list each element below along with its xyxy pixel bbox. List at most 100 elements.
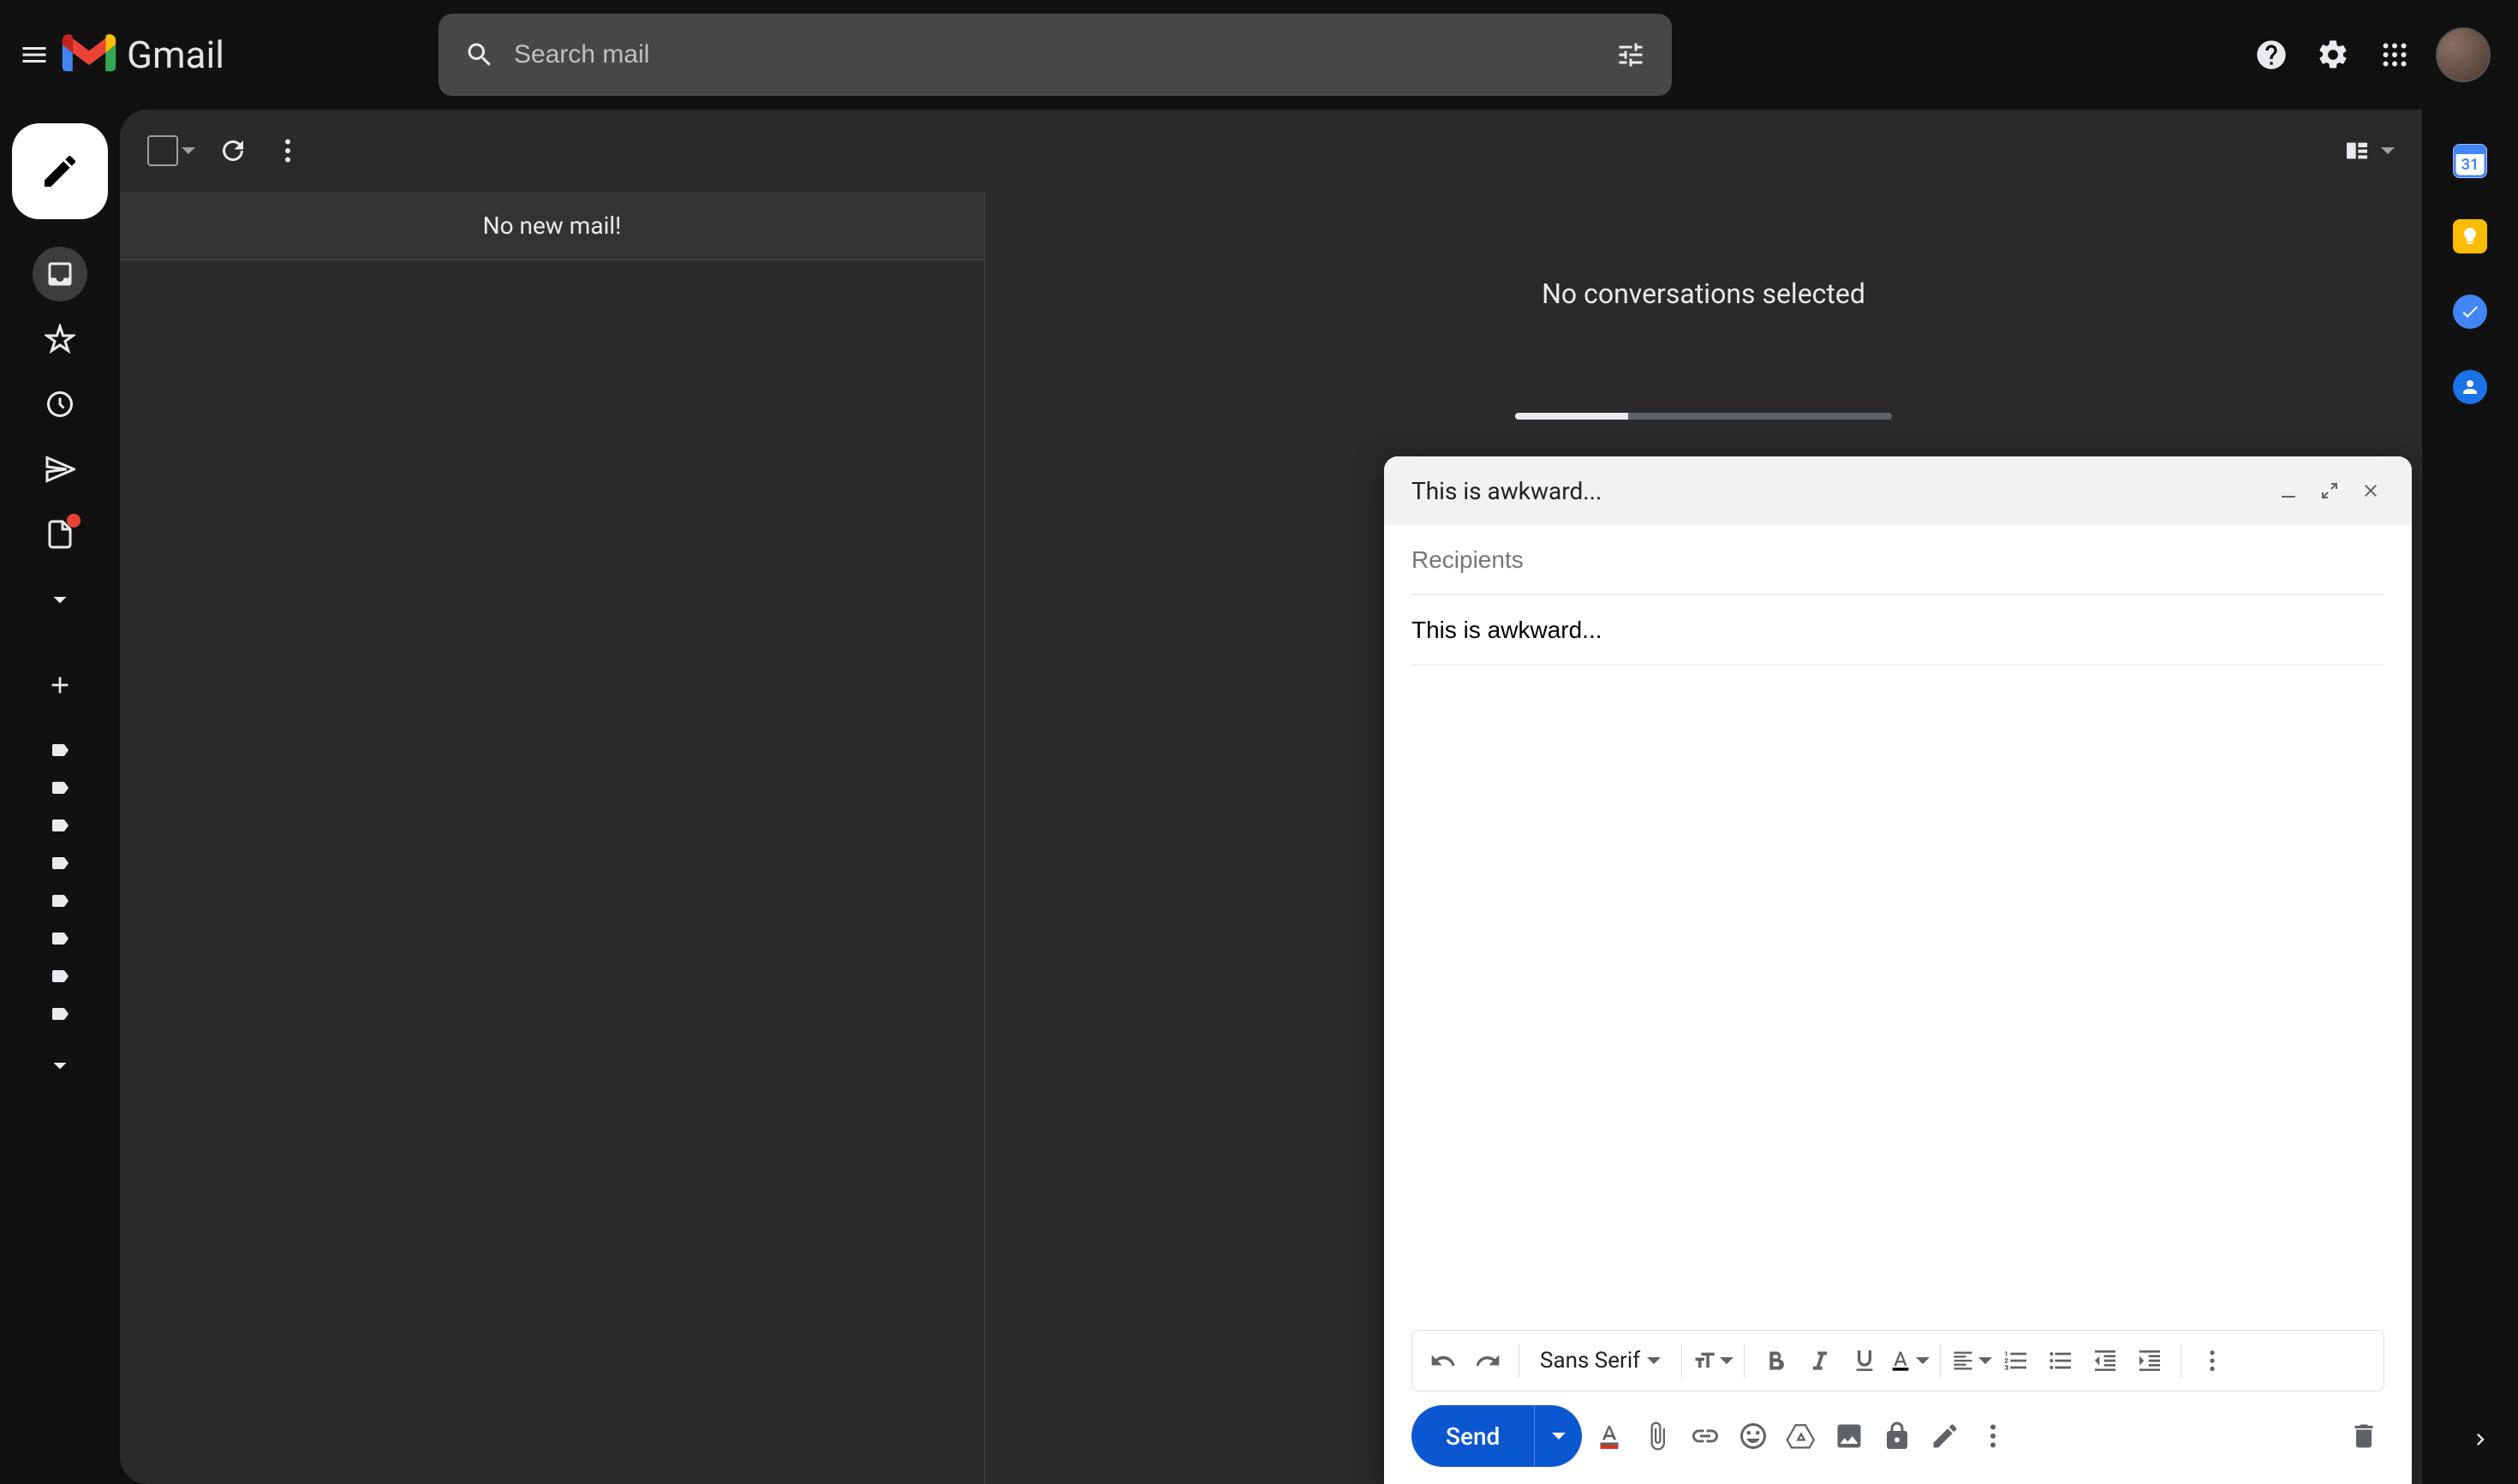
more-options-button[interactable] xyxy=(1972,1415,2014,1457)
compose-title: This is awkward... xyxy=(1411,477,2261,505)
separator xyxy=(1744,1344,1745,1378)
more-formatting-button[interactable] xyxy=(2192,1340,2233,1381)
compose-body[interactable] xyxy=(1384,665,2412,1330)
chevron-down-icon[interactable] xyxy=(2381,147,2395,154)
lock-clock-icon xyxy=(1882,1421,1912,1451)
more-vert-icon xyxy=(1978,1421,2008,1451)
refresh-button[interactable] xyxy=(216,134,250,168)
send-options-button[interactable] xyxy=(1534,1405,1582,1467)
font-family-select[interactable]: Sans Serif xyxy=(1530,1348,1671,1374)
bold-button[interactable] xyxy=(1755,1340,1796,1381)
close-button[interactable] xyxy=(2357,477,2384,504)
label-item[interactable] xyxy=(39,736,81,764)
undo-button[interactable] xyxy=(1423,1340,1464,1381)
split-pane-toggle[interactable] xyxy=(2340,134,2374,168)
tasks-app[interactable] xyxy=(2453,295,2487,329)
main-menu-button[interactable] xyxy=(14,34,55,75)
label-item[interactable] xyxy=(39,963,81,990)
person-icon xyxy=(2460,377,2480,397)
nav-new-label[interactable] xyxy=(33,658,87,712)
minimize-button[interactable] xyxy=(2275,477,2302,504)
insert-link-button[interactable] xyxy=(1685,1415,1726,1457)
contacts-app[interactable] xyxy=(2453,370,2487,404)
trash-icon xyxy=(2348,1421,2379,1451)
search-input[interactable] xyxy=(500,40,1610,69)
fullscreen-button[interactable] xyxy=(2316,477,2343,504)
search-bar[interactable] xyxy=(439,14,1672,96)
label-item[interactable] xyxy=(39,774,81,802)
discard-draft-button[interactable] xyxy=(2343,1415,2384,1457)
star-icon xyxy=(45,324,75,355)
nav-inbox[interactable] xyxy=(33,247,87,301)
attach-file-button[interactable] xyxy=(1637,1415,1678,1457)
compose-button[interactable] xyxy=(12,123,108,219)
storage-bar[interactable] xyxy=(1515,413,1892,420)
align-button[interactable] xyxy=(1951,1340,1992,1381)
subject-field[interactable] xyxy=(1411,595,2384,665)
attachment-icon xyxy=(1642,1421,1673,1451)
support-button[interactable] xyxy=(2251,34,2292,75)
label-icon xyxy=(46,891,74,911)
formatting-options-button[interactable] xyxy=(1589,1415,1630,1457)
gmail-logo[interactable]: Gmail xyxy=(62,33,224,77)
inbox-icon xyxy=(45,259,75,289)
nav-drafts[interactable] xyxy=(33,507,87,562)
italic-button[interactable] xyxy=(1799,1340,1841,1381)
send-button[interactable]: Send xyxy=(1411,1405,1582,1467)
label-icon xyxy=(46,1004,74,1024)
indent-less-button[interactable] xyxy=(2085,1340,2126,1381)
bold-icon xyxy=(1762,1347,1789,1374)
label-item[interactable] xyxy=(39,887,81,915)
search-options-button[interactable] xyxy=(1610,39,1651,70)
apps-button[interactable] xyxy=(2374,34,2415,75)
bulleted-list-button[interactable] xyxy=(2040,1340,2081,1381)
nav-sent[interactable] xyxy=(33,442,87,497)
recipients-input[interactable] xyxy=(1411,546,2384,574)
nav-snoozed[interactable] xyxy=(33,377,87,432)
align-icon xyxy=(1951,1347,1975,1374)
plus-icon xyxy=(46,671,74,699)
label-item[interactable] xyxy=(39,812,81,839)
app-header: Gmail xyxy=(0,0,2518,110)
compose-window: This is awkward... xyxy=(1384,456,2412,1484)
label-icon xyxy=(46,853,74,873)
select-all-checkbox[interactable] xyxy=(147,135,195,166)
keep-app[interactable] xyxy=(2453,219,2487,253)
recipients-field[interactable] xyxy=(1411,525,2384,595)
subject-input[interactable] xyxy=(1411,617,2384,644)
header-actions xyxy=(2251,27,2504,82)
insert-drive-button[interactable] xyxy=(1781,1415,1822,1457)
insert-emoji-button[interactable] xyxy=(1733,1415,1774,1457)
text-color-button[interactable] xyxy=(1888,1340,1930,1381)
keep-icon xyxy=(2460,226,2480,247)
redo-button[interactable] xyxy=(1467,1340,1508,1381)
confidential-mode-button[interactable] xyxy=(1877,1415,1918,1457)
account-avatar[interactable] xyxy=(2436,27,2491,82)
label-item[interactable] xyxy=(39,849,81,877)
indent-more-button[interactable] xyxy=(2129,1340,2170,1381)
insert-photo-button[interactable] xyxy=(1829,1415,1870,1457)
side-panel-toggle[interactable] xyxy=(2463,1422,2497,1457)
numbered-list-button[interactable] xyxy=(1996,1340,2037,1381)
font-size-button[interactable] xyxy=(1692,1340,1733,1381)
compose-footer: Send xyxy=(1384,1402,2412,1484)
label-item[interactable] xyxy=(39,925,81,952)
labels-more[interactable] xyxy=(33,1038,87,1093)
insert-signature-button[interactable] xyxy=(1924,1415,1966,1457)
underline-button[interactable] xyxy=(1844,1340,1885,1381)
close-icon xyxy=(2360,480,2381,501)
more-actions-button[interactable] xyxy=(271,134,305,168)
nav-starred[interactable] xyxy=(33,312,87,367)
text-color-icon xyxy=(1888,1347,1912,1374)
formatting-toolbar: Sans Serif xyxy=(1411,1330,2384,1392)
send-label: Send xyxy=(1411,1422,1534,1451)
toolbar-right xyxy=(2340,134,2395,168)
send-icon xyxy=(45,454,75,485)
nav-more[interactable] xyxy=(33,572,87,627)
settings-button[interactable] xyxy=(2312,34,2354,75)
calendar-app[interactable]: 31 xyxy=(2453,144,2487,178)
compose-header[interactable]: This is awkward... xyxy=(1384,456,2412,525)
underline-icon xyxy=(1851,1347,1878,1374)
label-item[interactable] xyxy=(39,1000,81,1028)
indent-increase-icon xyxy=(2136,1347,2163,1374)
